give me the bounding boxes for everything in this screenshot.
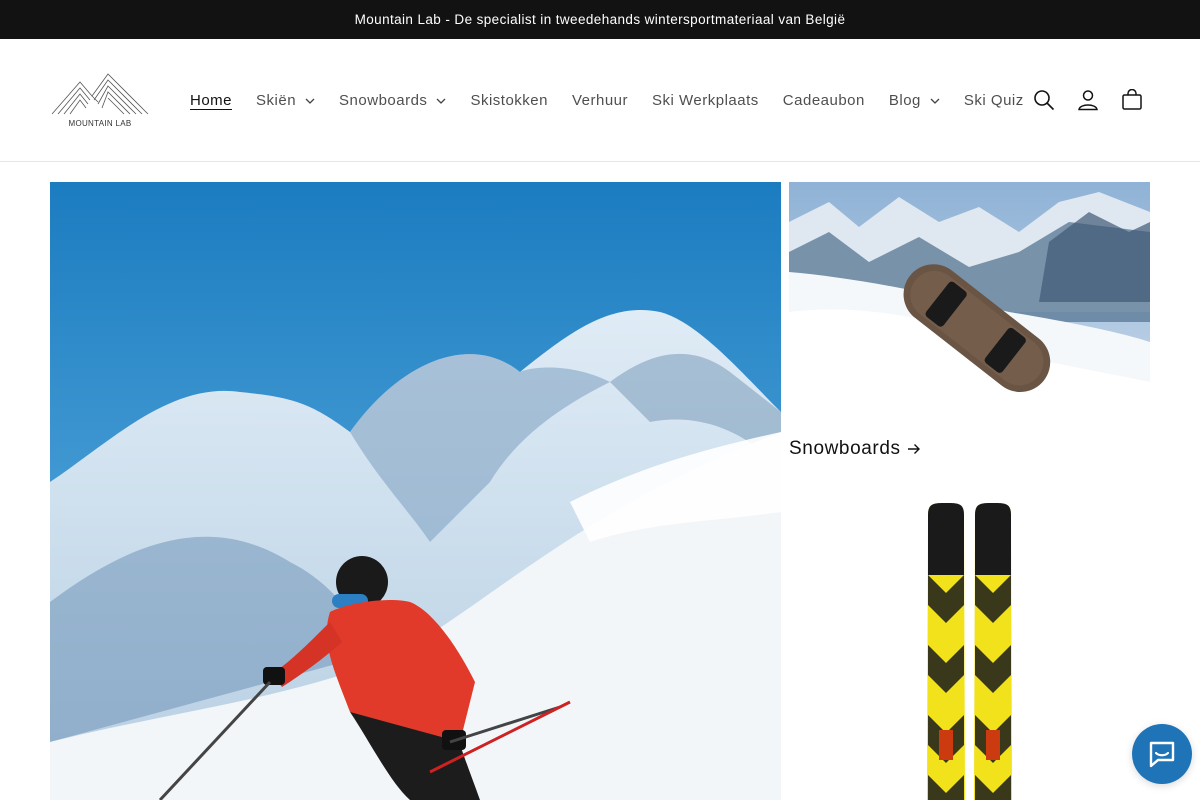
- collection-image-skis[interactable]: [789, 485, 1150, 800]
- nav-item-ski-werkplaats[interactable]: Ski Werkplaats: [640, 81, 771, 121]
- nav-item-skistokken[interactable]: Skistokken: [458, 81, 560, 121]
- chevron-down-icon: [930, 98, 940, 104]
- logo-text: MOUNTAIN LAB: [68, 119, 132, 128]
- chevron-down-icon: [436, 98, 446, 104]
- nav-label: Snowboards: [339, 92, 428, 109]
- nav-label: Home: [190, 92, 233, 109]
- search-icon: [1034, 90, 1055, 111]
- main-nav: Home Skiën Snowboards Skistokken Verhuur…: [178, 39, 1036, 162]
- nav-label: Ski Quiz: [963, 92, 1024, 109]
- account-icon: [1078, 90, 1098, 111]
- skier-photo: [50, 182, 781, 800]
- header-icons: [1022, 78, 1154, 122]
- chat-icon: [1149, 741, 1175, 768]
- skis-photo: [789, 485, 1150, 800]
- logo-mountain-mark: [51, 73, 149, 115]
- nav-item-verhuur[interactable]: Verhuur: [560, 81, 640, 121]
- announcement-text: Mountain Lab - De specialist in tweedeha…: [354, 12, 846, 27]
- account-button[interactable]: [1066, 78, 1110, 122]
- arrow-right-icon: [907, 444, 920, 454]
- collection-image-snowboards[interactable]: [789, 182, 1150, 423]
- nav-label: Ski Werkplaats: [652, 92, 759, 109]
- chat-button[interactable]: [1132, 724, 1192, 784]
- nav-label: Skistokken: [470, 92, 548, 109]
- announcement-bar: Mountain Lab - De specialist in tweedeha…: [0, 0, 1200, 39]
- hero-image-skier[interactable]: [50, 182, 781, 800]
- nav-label: Skiën: [256, 92, 297, 109]
- nav-label: Blog: [888, 92, 921, 109]
- site-header: MOUNTAIN LAB Home Skiën Snowboards Skist…: [0, 39, 1200, 162]
- collection-link-snowboards[interactable]: Snowboards: [789, 438, 921, 460]
- nav-item-blog[interactable]: Blog: [877, 81, 952, 121]
- nav-item-snowboards[interactable]: Snowboards: [327, 81, 458, 121]
- search-button[interactable]: [1022, 78, 1066, 122]
- nav-label: Verhuur: [571, 92, 629, 109]
- nav-label: Cadeaubon: [782, 92, 865, 109]
- site-logo[interactable]: MOUNTAIN LAB: [50, 70, 150, 128]
- nav-item-skien[interactable]: Skiën: [244, 81, 327, 121]
- cart-icon: [1122, 89, 1142, 110]
- collection-title: Snowboards: [789, 438, 901, 459]
- cart-button[interactable]: [1110, 78, 1154, 122]
- snowboard-photo: [789, 182, 1150, 423]
- nav-item-home[interactable]: Home: [178, 81, 244, 121]
- chevron-down-icon: [305, 98, 315, 104]
- nav-item-cadeaubon[interactable]: Cadeaubon: [771, 81, 877, 121]
